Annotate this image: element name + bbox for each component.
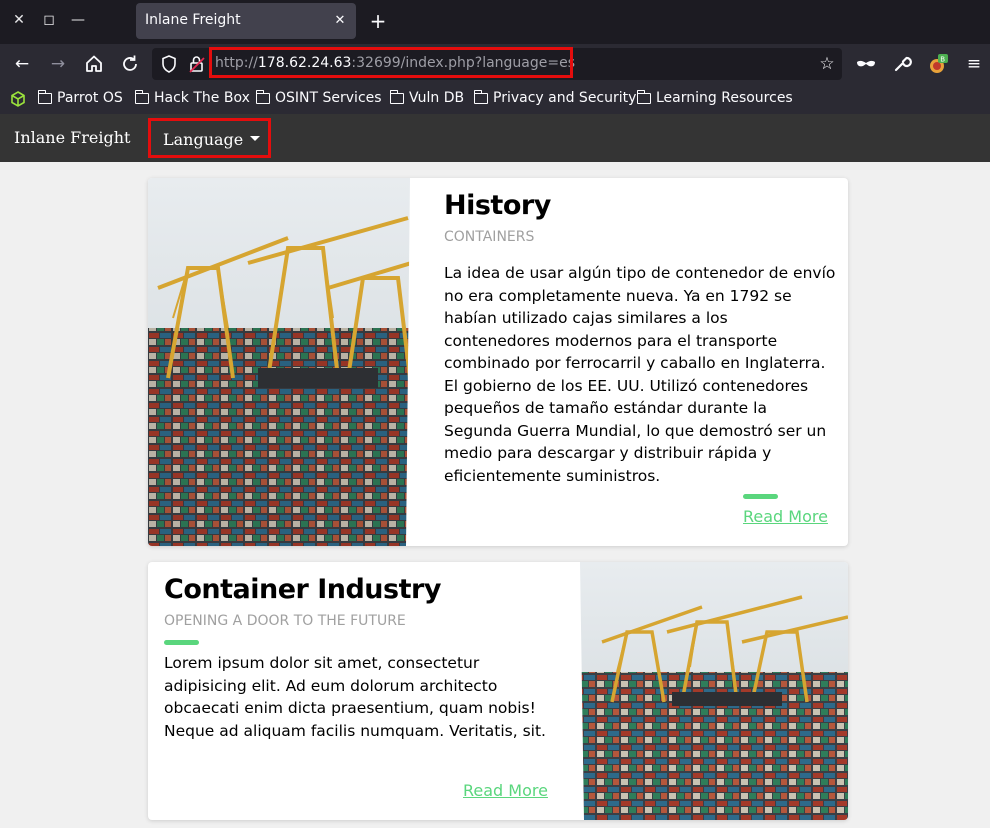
forward-icon[interactable]: → [46,52,70,76]
container-industry-subtitle: OPENING A DOOR TO THE FUTURE [164,613,406,629]
container-industry-card: Container Industry OPENING A DOOR TO THE… [148,562,848,820]
caret-down-icon [250,136,260,141]
bookmarks-bar: Parrot OS Hack The Box OSINT Services Vu… [0,84,990,114]
home-icon[interactable] [82,52,106,76]
folder-icon [389,89,404,104]
container-port-image [572,562,848,820]
url-highlight-box [209,47,573,78]
bookmark-vuln-db[interactable]: Vuln DB [389,89,464,106]
private-mask-icon[interactable] [854,52,878,76]
extension-icon[interactable]: B [926,52,950,76]
container-industry-title: Container Industry [164,574,441,605]
container-port-image [148,178,428,546]
insecure-lock-icon[interactable] [187,53,207,75]
language-label: Language [163,130,244,149]
browser-tab[interactable]: Inlane Freight ✕ [136,3,356,39]
tab-title: Inlane Freight [145,12,241,28]
maximize-window-icon[interactable]: ◻ [39,10,59,30]
folder-icon [255,89,270,104]
bookmark-star-icon[interactable]: ☆ [815,52,839,76]
close-window-icon[interactable]: ✕ [9,10,29,30]
minimize-window-icon[interactable]: — [68,10,88,30]
wrench-icon[interactable] [890,52,914,76]
folder-icon [636,89,651,104]
bookmark-learning-resources[interactable]: Learning Resources [636,89,793,106]
bookmark-parrot-os[interactable]: Parrot OS [37,89,123,106]
bookmark-hack-the-box[interactable]: Hack The Box [134,89,250,106]
browser-titlebar: ✕ ◻ — Inlane Freight ✕ + [0,0,990,44]
folder-icon [134,89,149,104]
bookmark-osint-services[interactable]: OSINT Services [255,89,382,106]
history-card: History CONTAINERS La idea de usar algún… [148,178,848,546]
menu-icon[interactable]: ≡ [962,52,986,76]
language-dropdown[interactable]: Language [148,118,271,158]
site-brand[interactable]: Inlane Freight [14,128,130,147]
bookmark-privacy-and-security[interactable]: Privacy and Security [473,89,636,106]
history-title: History [444,190,551,221]
container-industry-read-more-link[interactable]: Read More [463,781,548,800]
tab-close-icon[interactable]: ✕ [330,11,350,31]
folder-icon [473,89,488,104]
history-read-more-link[interactable]: Read More [743,507,828,526]
site-navbar: Inlane Freight Language [0,114,990,162]
history-subtitle: CONTAINERS [444,229,535,245]
svg-text:B: B [940,56,945,64]
new-tab-icon[interactable]: + [366,9,390,33]
accent-bar [743,494,778,499]
container-industry-text: Lorem ipsum dolor sit amet, consectetur … [164,654,546,740]
reload-icon[interactable] [118,52,142,76]
history-text: La idea de usar algún tipo de contenedor… [444,264,836,485]
shield-icon[interactable] [160,53,178,75]
back-icon[interactable]: ← [10,52,34,76]
parrot-cube-icon[interactable] [10,91,26,107]
accent-bar [164,640,199,645]
folder-icon [37,89,52,104]
